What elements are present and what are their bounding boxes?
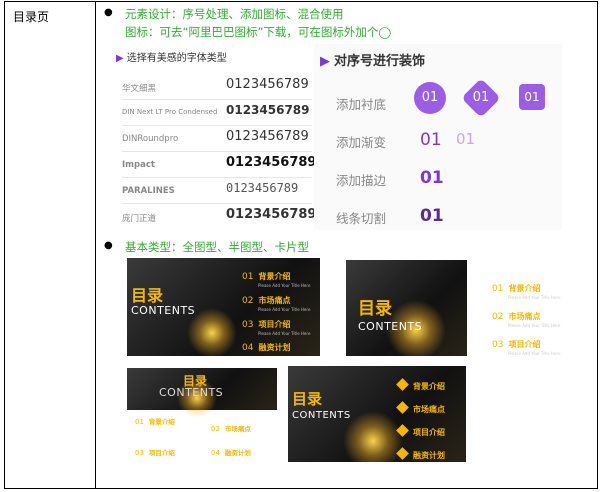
- toc-contents-label: CONTENTS: [131, 304, 196, 317]
- toc-title: 目录: [131, 286, 164, 305]
- line-cut-number: 01: [420, 206, 444, 226]
- deco-panel-title: ▶ 对序号进行装饰: [320, 54, 426, 69]
- toc-contents-label: CONTENTS: [292, 410, 351, 421]
- toc-contents-label: CONTENTS: [159, 386, 224, 399]
- toc-half-image: 目录 CONTENTS: [346, 260, 467, 356]
- toc-thumb-diamond: 目录 CONTENTS 背景介绍 市场痛点 项目介绍 融资计划: [288, 366, 466, 462]
- design-note-line-2: 图标：可去“阿里巴巴图标”下载，可在图标外加个◯: [125, 25, 392, 39]
- deco-label-gradient: 添加渐变: [336, 135, 387, 150]
- font-row: 庞门正道 0123456789: [122, 207, 317, 224]
- toc-item: 01 背景介绍 Please Add Your Title Here: [492, 284, 561, 300]
- types-note-line: 基本类型：全图型、半图型、卡片型: [125, 240, 309, 254]
- toc-contents-label: CONTENTS: [358, 320, 423, 333]
- toc-item: 01 背景介绍: [135, 418, 175, 426]
- toc-title: 目录: [292, 390, 323, 408]
- font-sample-panel: ▶ 选择有美感的字体类型 华文细黑 0123456789 DIN Next LT P…: [114, 46, 317, 230]
- circle-number-badge: 01: [414, 82, 446, 114]
- toc-item: 背景介绍: [396, 374, 445, 393]
- toc-card-banner: 目录 CONTENTS: [127, 368, 277, 418]
- toc-item: 02 市场痛点: [211, 425, 251, 433]
- font-row: 华文细黑 0123456789: [122, 74, 312, 100]
- diamond-icon: [396, 401, 409, 414]
- toc-item: 02 市场痛点 Please Add Your Title Here: [492, 312, 561, 328]
- gradient-number: 01: [420, 130, 442, 150]
- toc-item: 04 融资计划: [211, 449, 251, 457]
- diamond-number-badge: 01: [472, 90, 490, 105]
- number-decoration-panel: ▶ 对序号进行装饰 添加衬底 添加渐变 添加描边 线条切割 01 01 01 01…: [314, 44, 562, 230]
- design-note-line-1: 元素设计：序号处理、添加图标、混合使用: [125, 7, 344, 21]
- triangle-icon: ▶: [320, 54, 330, 69]
- toc-item: 02 市场痛点 Please Add Your Title Here: [242, 296, 311, 312]
- font-row: DINRoundpro 0123456789: [122, 126, 312, 152]
- font-panel-title: ▶ 选择有美感的字体类型: [116, 53, 227, 64]
- diamond-icon: [396, 447, 409, 460]
- toc-item: 市场痛点: [396, 397, 445, 416]
- toc-thumb-card: 目录 CONTENTS 01 背景介绍 02 市场痛点 03 项目介绍 04 融资计划: [127, 368, 277, 460]
- square-number-badge: 01: [519, 84, 545, 110]
- toc-title: 目录: [358, 299, 392, 319]
- bullet-2: ●: [104, 240, 113, 251]
- toc-item: 01 背景介绍 Please Add Your Title Here: [242, 272, 311, 288]
- toc-thumb-full-image: 目录 CONTENTS 01 背景介绍 Please Add Your Title …: [127, 258, 320, 356]
- stroke-number: 01: [420, 168, 444, 188]
- toc-item: 03 项目介绍 Please Add Your Title Here: [492, 340, 561, 356]
- deco-label-line-cut: 线条切割: [336, 211, 387, 226]
- toc-item: 项目介绍: [396, 420, 445, 439]
- light-beam: [343, 411, 403, 462]
- toc-item: 04 融资计划: [242, 343, 291, 353]
- diamond-icon: [396, 424, 409, 437]
- deco-label-stroke: 添加描边: [336, 173, 387, 188]
- font-row: DIN Next LT Pro Condensed 0123456789: [122, 100, 312, 126]
- font-row: Impact 0123456789: [122, 152, 316, 178]
- toc-item: 03 项目介绍: [135, 449, 175, 457]
- section-label: 目录页: [13, 10, 50, 24]
- bullet-1: ●: [104, 7, 113, 18]
- diamond-icon: [396, 378, 409, 391]
- gradient-number-light: 01: [456, 130, 476, 148]
- toc-item: 03 项目介绍 Please Add Your Title Here: [242, 320, 311, 336]
- triangle-icon: ▶: [116, 53, 124, 64]
- toc-thumb-half-image: 目录 CONTENTS 01 背景介绍 Please Add Your Title …: [346, 260, 593, 356]
- column-divider: [95, 2, 96, 488]
- font-row: PARALINES 0123456789: [122, 178, 312, 204]
- toc-item: 融资计划: [396, 443, 445, 462]
- deco-label-background: 添加衬底: [336, 97, 387, 112]
